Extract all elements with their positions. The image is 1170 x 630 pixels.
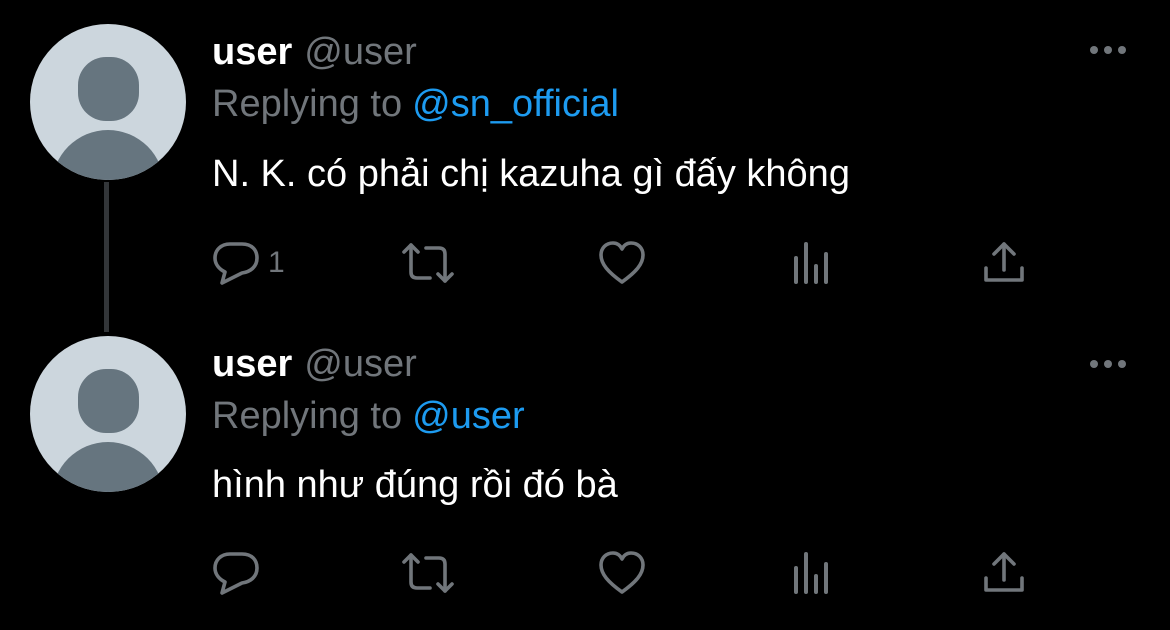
tweet-text: hình như đúng rồi đó bà xyxy=(212,464,618,506)
retweet-button[interactable] xyxy=(400,240,456,286)
mention-link[interactable]: @sn_official xyxy=(412,83,619,125)
tweet-actions xyxy=(212,550,1062,596)
replying-to: Replying to @user xyxy=(212,394,525,438)
tweet[interactable]: user @user Replying to @user hình như đúng… xyxy=(0,318,1170,630)
tweet-header: user @user xyxy=(212,342,417,386)
reply-count: 1 xyxy=(268,246,285,279)
display-name[interactable]: user xyxy=(212,343,292,385)
reply-button[interactable]: 1 xyxy=(212,240,285,286)
share-icon xyxy=(984,552,1024,592)
user-handle[interactable]: @user xyxy=(304,343,417,385)
avatar-head-shape xyxy=(78,57,139,121)
reply-button[interactable] xyxy=(212,550,268,596)
tweet-header: user @user xyxy=(212,30,417,74)
like-icon xyxy=(599,241,645,284)
tweet-text: N. K. có phải chị kazuha gì đấy không xyxy=(212,153,850,195)
share-button[interactable] xyxy=(982,240,1026,286)
more-icon xyxy=(1090,360,1126,368)
retweet-icon xyxy=(402,243,454,283)
views-icon xyxy=(794,242,828,284)
tweet[interactable]: user @user Replying to @sn_official N. K. … xyxy=(0,0,1170,318)
reply-icon xyxy=(213,242,259,285)
more-options-button[interactable] xyxy=(1086,40,1130,60)
like-icon xyxy=(599,551,645,594)
retweet-icon xyxy=(402,553,454,593)
views-button[interactable] xyxy=(792,240,836,286)
reply-icon xyxy=(213,552,259,595)
more-options-button[interactable] xyxy=(1086,354,1130,374)
avatar-head-shape xyxy=(78,369,139,433)
share-button[interactable] xyxy=(982,550,1026,596)
like-button[interactable] xyxy=(598,550,646,596)
replying-prefix: Replying to xyxy=(212,395,403,437)
share-icon xyxy=(984,242,1024,282)
thread-connector-line xyxy=(104,182,109,332)
more-icon xyxy=(1090,46,1126,54)
replying-to: Replying to @sn_official xyxy=(212,82,619,126)
replying-prefix: Replying to xyxy=(212,83,403,125)
avatar-shoulders-shape xyxy=(52,442,164,492)
avatar[interactable] xyxy=(30,24,186,180)
views-icon xyxy=(794,552,828,594)
tweet-actions: 1 xyxy=(212,240,1062,286)
user-handle[interactable]: @user xyxy=(304,31,417,73)
like-button[interactable] xyxy=(598,240,646,286)
views-button[interactable] xyxy=(792,550,836,596)
avatar[interactable] xyxy=(30,336,186,492)
retweet-button[interactable] xyxy=(400,550,456,596)
display-name[interactable]: user xyxy=(212,31,292,73)
mention-link[interactable]: @user xyxy=(412,395,525,437)
avatar-shoulders-shape xyxy=(52,130,164,180)
